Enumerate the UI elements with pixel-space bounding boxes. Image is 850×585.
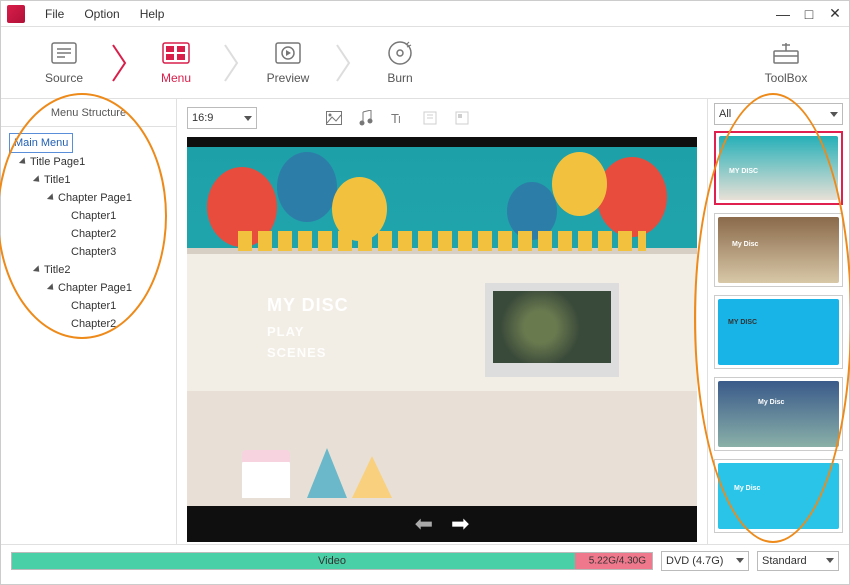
step-menu[interactable]: Menu <box>133 41 219 85</box>
source-icon <box>50 41 78 65</box>
burn-icon <box>386 41 414 65</box>
step-chevron-icon <box>223 43 241 83</box>
progress-size: 5.22G/4.30G <box>589 555 646 566</box>
step-toolbox-label: ToolBox <box>765 71 808 85</box>
menu-help[interactable]: Help <box>130 3 175 25</box>
template-item-4[interactable]: My Disc <box>714 377 843 451</box>
tree-chapter2b[interactable]: Chapter2 <box>67 315 168 333</box>
right-panel: All MY DISC My Disc MY DISC My Disc My D… <box>707 99 849 544</box>
progress-label: Video <box>318 555 346 567</box>
quality-select[interactable]: Standard <box>757 551 839 571</box>
app-icon <box>7 5 25 23</box>
tree-chapter2[interactable]: Chapter2 <box>67 225 168 243</box>
size-progress: Video 5.22G/4.30G <box>11 552 653 570</box>
minimize-button[interactable]: — <box>775 6 791 22</box>
text-icon[interactable]: TI <box>389 109 407 127</box>
bottom-bar: Video 5.22G/4.30G DVD (4.7G) Standard <box>1 544 849 576</box>
template-filter-select[interactable]: All <box>714 103 843 125</box>
preview-area: MY DISC PLAY SCENES ⬅ ➡ <box>187 137 697 542</box>
main-area: Menu Structure Main Menu Title Page1 Tit… <box>1 99 849 544</box>
step-menu-label: Menu <box>161 71 191 85</box>
prev-arrow-icon[interactable]: ⬅ <box>415 511 433 537</box>
tree-title2[interactable]: Title2 <box>31 261 168 279</box>
template-item-2[interactable]: My Disc <box>714 213 843 287</box>
disc-type-select[interactable]: DVD (4.7G) <box>661 551 749 571</box>
menu-icon <box>162 41 190 65</box>
titlebar: File Option Help — □ ✕ <box>1 1 849 27</box>
step-chevron-icon <box>335 43 353 83</box>
aspect-ratio-select[interactable]: 16:9 <box>187 107 257 129</box>
step-burn-label: Burn <box>387 71 412 85</box>
tree-chapter3[interactable]: Chapter3 <box>67 243 168 261</box>
next-arrow-icon[interactable]: ➡ <box>451 511 469 537</box>
step-preview[interactable]: Preview <box>245 41 331 85</box>
tree-title-page1[interactable]: Title Page1 <box>17 153 168 171</box>
music-icon[interactable] <box>357 109 375 127</box>
preview-nav: ⬅ ➡ <box>187 510 697 538</box>
step-toolbox[interactable]: ToolBox <box>743 41 829 85</box>
template-item-1[interactable]: MY DISC <box>714 131 843 205</box>
tree-main-menu[interactable]: Main Menu <box>9 133 73 153</box>
disc-menu-text: MY DISC PLAY SCENES <box>267 295 349 360</box>
chapter-icon <box>421 109 439 127</box>
tree-chapter1[interactable]: Chapter1 <box>67 207 168 225</box>
thumbnail-icon <box>453 109 471 127</box>
step-nav: Source Menu Preview Burn ToolBox <box>1 27 849 99</box>
left-panel-header: Menu Structure <box>1 99 176 127</box>
preview-scene[interactable]: MY DISC PLAY SCENES <box>187 147 697 506</box>
tree-chapter1b[interactable]: Chapter1 <box>67 297 168 315</box>
template-item-3[interactable]: MY DISC <box>714 295 843 369</box>
tree-chapter-page1b[interactable]: Chapter Page1 <box>45 279 168 297</box>
menu-file[interactable]: File <box>35 3 74 25</box>
template-item-5[interactable]: My Disc <box>714 459 843 533</box>
image-icon[interactable] <box>325 109 343 127</box>
left-panel: Menu Structure Main Menu Title Page1 Tit… <box>1 99 177 544</box>
menu-structure-tree: Main Menu Title Page1 Title1 Chapter Pag… <box>1 127 176 339</box>
step-preview-label: Preview <box>267 71 310 85</box>
svg-text:I: I <box>398 115 401 125</box>
tree-chapter-page1[interactable]: Chapter Page1 <box>45 189 168 207</box>
toolbox-icon <box>772 41 800 65</box>
step-source-label: Source <box>45 71 83 85</box>
step-burn[interactable]: Burn <box>357 41 443 85</box>
preview-icon <box>274 41 302 65</box>
tree-title1[interactable]: Title1 <box>31 171 168 189</box>
maximize-button[interactable]: □ <box>801 6 817 22</box>
center-toolbar: 16:9 TI <box>187 105 697 131</box>
center-panel: 16:9 TI MY DISC PLAY SCENES <box>177 99 707 544</box>
step-chevron-icon <box>111 43 129 83</box>
window-controls: — □ ✕ <box>775 6 843 22</box>
video-thumbnail-frame[interactable] <box>485 283 619 377</box>
template-list: MY DISC My Disc MY DISC My Disc My Disc <box>714 131 843 533</box>
step-source[interactable]: Source <box>21 41 107 85</box>
menu-option[interactable]: Option <box>74 3 129 25</box>
close-button[interactable]: ✕ <box>827 6 843 22</box>
